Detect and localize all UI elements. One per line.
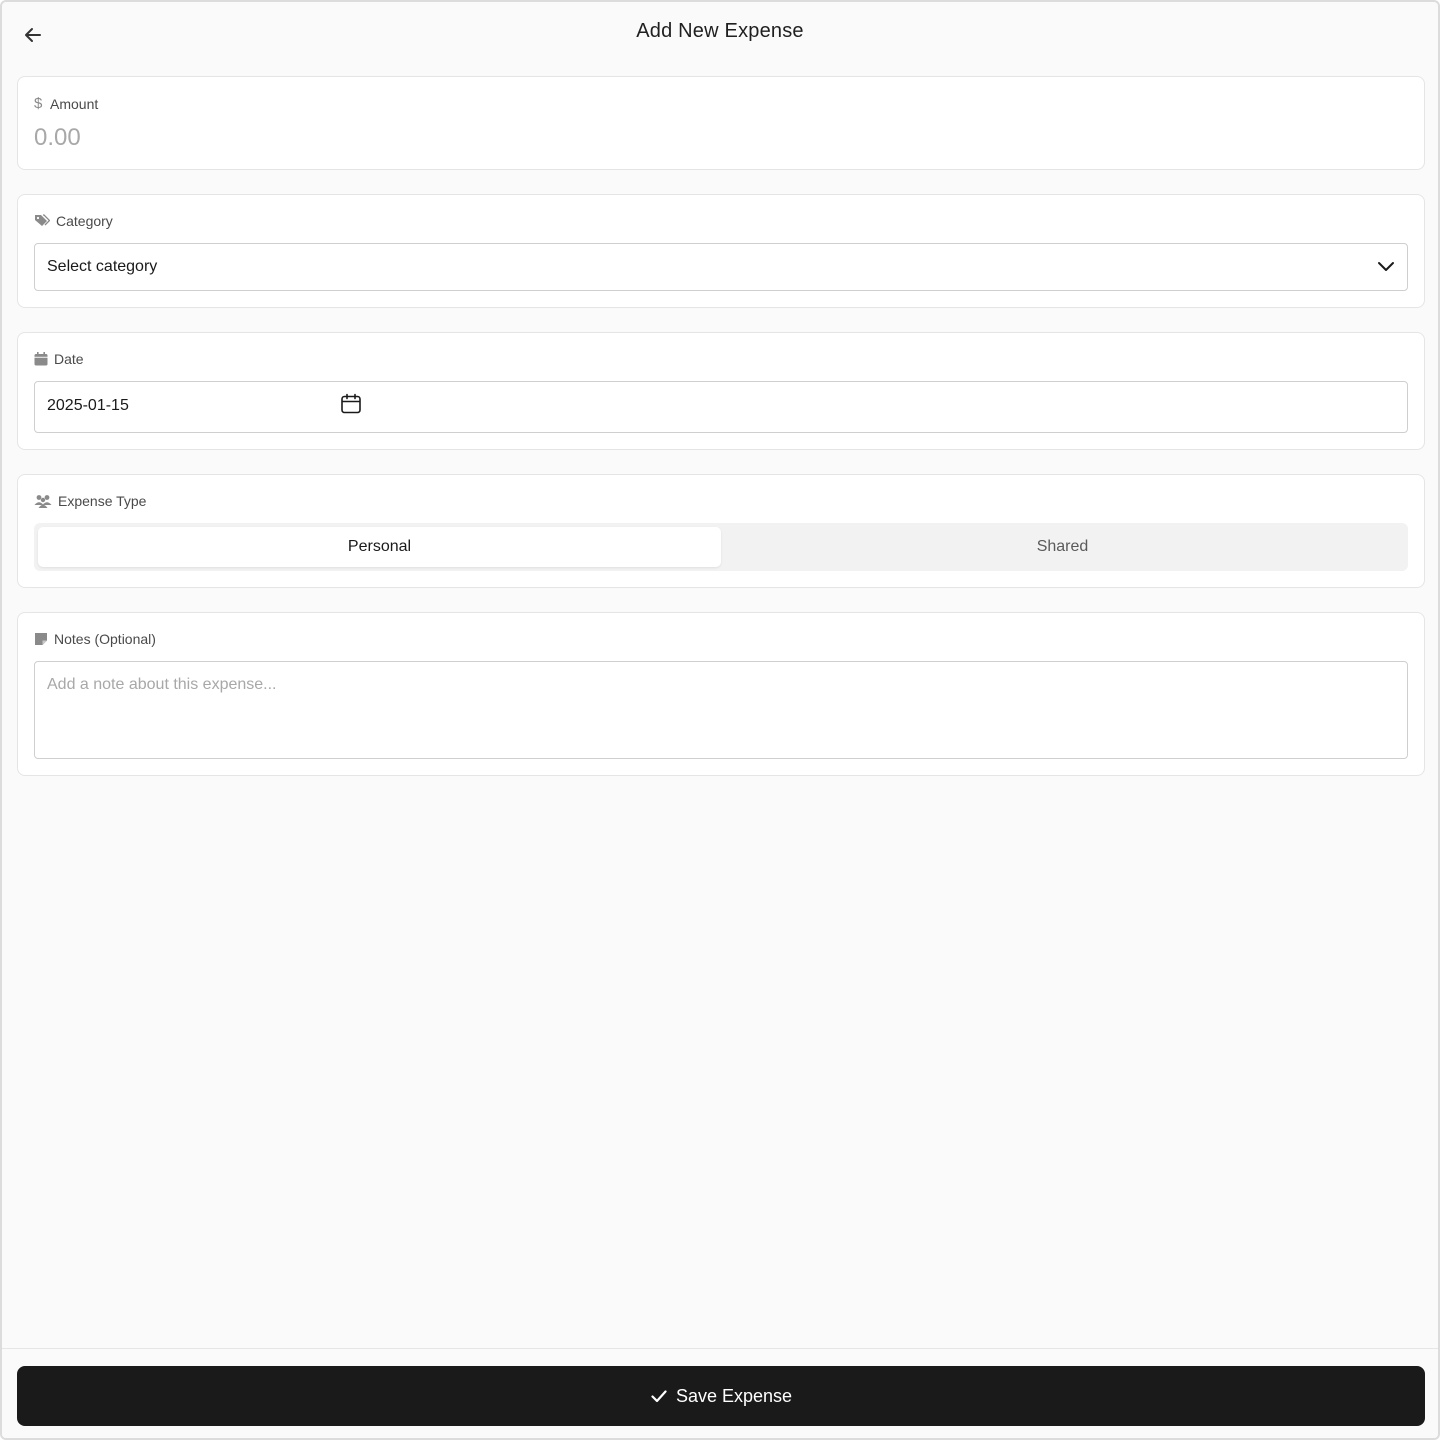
date-input[interactable]: 2025-01-15 xyxy=(34,381,1408,433)
check-icon xyxy=(651,1390,667,1403)
amount-input[interactable] xyxy=(34,123,1404,153)
amount-label: Amount xyxy=(50,95,99,112)
expense-type-label-row: Expense Type xyxy=(34,493,146,509)
category-select-value: Select category xyxy=(47,258,158,275)
expense-type-card: Expense Type Personal Shared xyxy=(17,474,1425,588)
users-icon xyxy=(34,495,52,508)
chevron-down-icon xyxy=(1378,262,1394,271)
expense-type-toggle: Personal Shared xyxy=(34,523,1408,571)
category-card: Category Select category xyxy=(17,194,1425,308)
amount-label-row: $ Amount xyxy=(34,95,98,112)
notes-label-row: Notes (Optional) xyxy=(34,631,156,647)
shared-option[interactable]: Shared xyxy=(721,527,1404,567)
date-label: Date xyxy=(54,351,84,367)
amount-card: $ Amount xyxy=(17,76,1425,170)
date-value: 2025-01-15 xyxy=(47,397,129,414)
app-window: Add New Expense $ Amount Category Select… xyxy=(0,0,1440,1440)
personal-option[interactable]: Personal xyxy=(38,527,721,567)
expense-type-label: Expense Type xyxy=(58,493,147,509)
dollar-icon: $ xyxy=(34,95,43,112)
notes-textarea[interactable] xyxy=(34,661,1408,759)
calendar-icon xyxy=(34,352,48,366)
calendar-outline-icon[interactable] xyxy=(340,393,362,415)
save-expense-label: Save Expense xyxy=(675,1385,793,1406)
sticky-note-icon xyxy=(35,633,47,645)
notes-label: Notes (Optional) xyxy=(54,631,156,647)
date-card: Date 2025-01-15 xyxy=(17,332,1425,450)
date-label-row: Date xyxy=(34,351,84,367)
header: Add New Expense xyxy=(2,2,1438,66)
category-label: Category xyxy=(56,213,113,229)
tags-icon xyxy=(35,214,50,226)
notes-card: Notes (Optional) xyxy=(17,612,1425,776)
category-select[interactable]: Select category xyxy=(34,243,1408,291)
save-expense-button[interactable]: Save Expense xyxy=(17,1366,1425,1426)
footer-bar: Save Expense xyxy=(2,1348,1438,1438)
page-title: Add New Expense xyxy=(636,20,804,42)
category-label-row: Category xyxy=(34,213,113,229)
